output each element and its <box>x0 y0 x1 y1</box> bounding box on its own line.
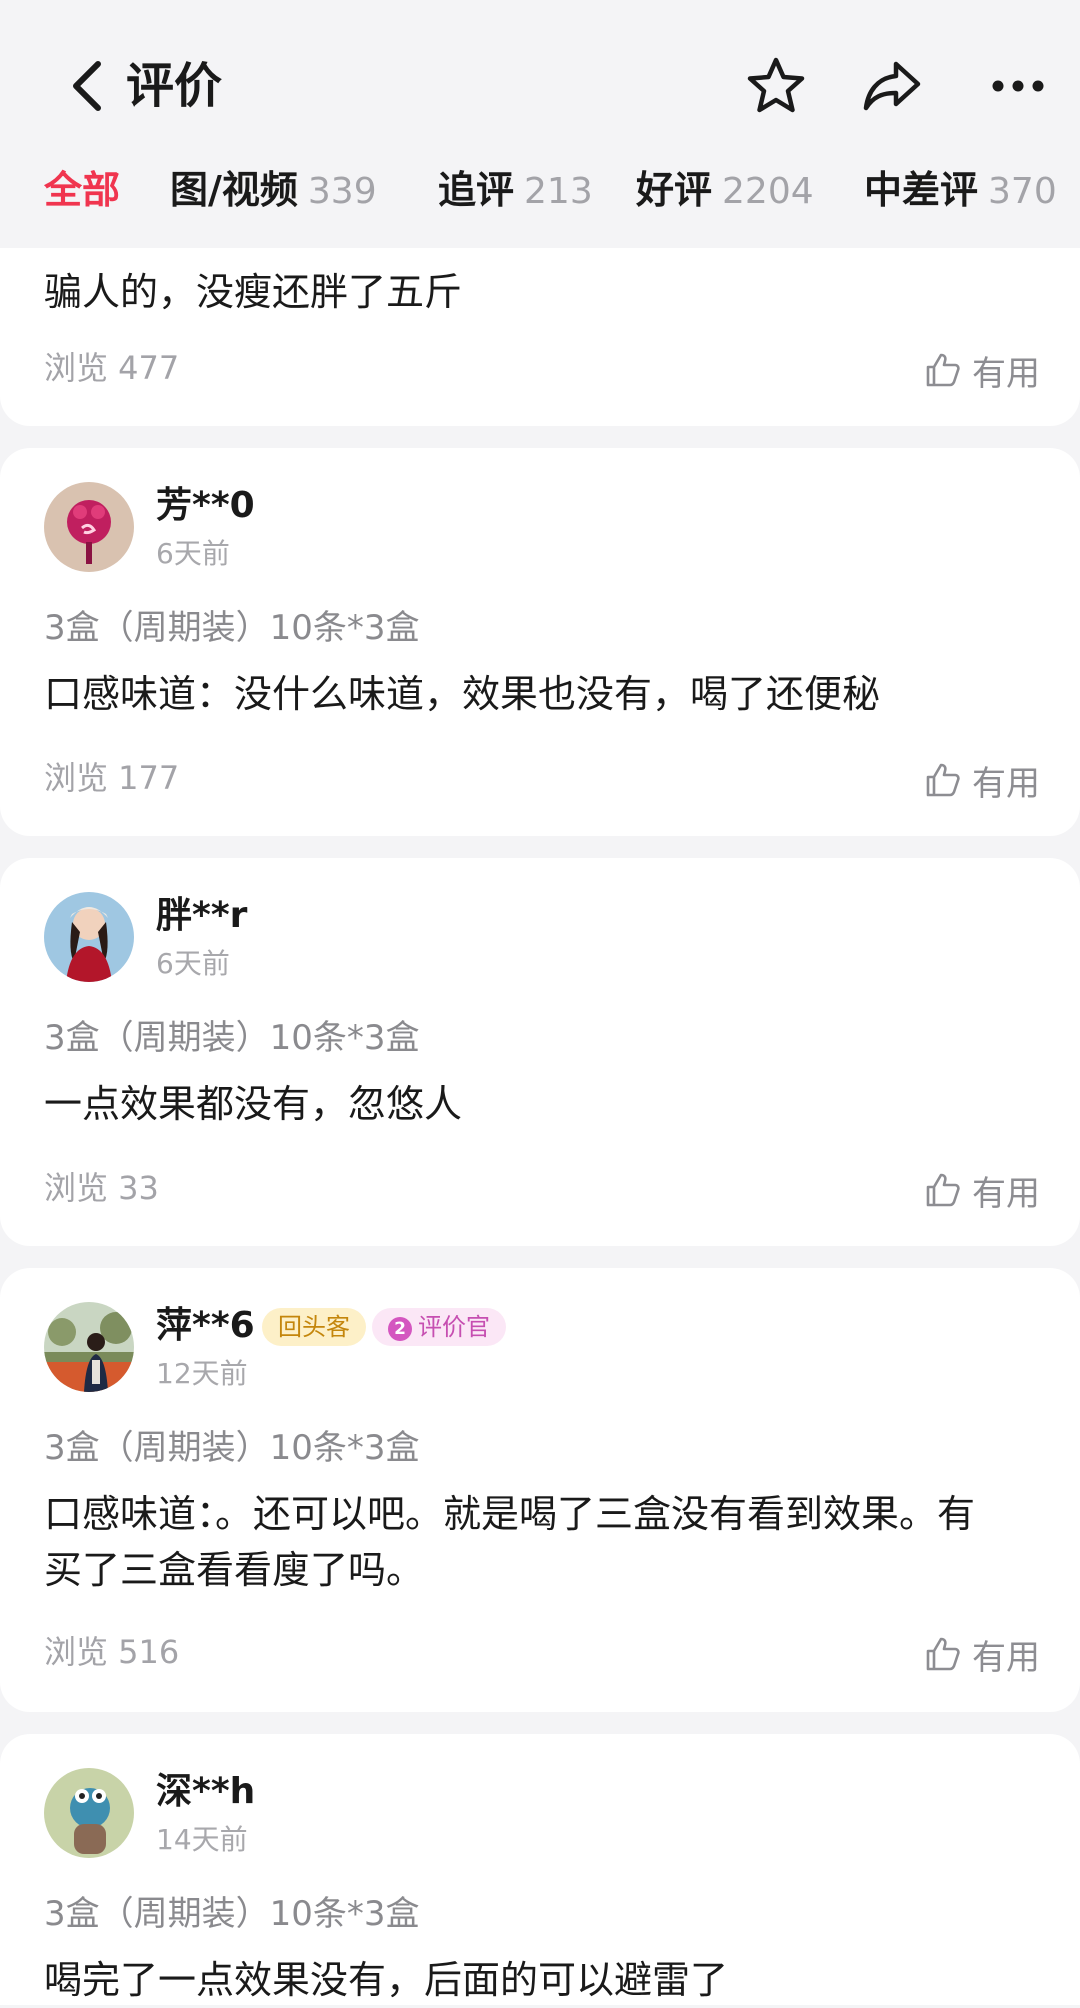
username: 胖**r <box>156 895 248 936</box>
review-card: 萍**6 回头客 2 评价官 12天前 3盒（周期装）10条*3盒 口感味道：。还… <box>0 1268 1080 1712</box>
username: 萍**6 <box>156 1305 255 1346</box>
tab-positive[interactable]: 好评 2204 <box>636 160 814 220</box>
more-button[interactable] <box>984 52 1052 120</box>
thumbs-up-icon <box>926 1637 960 1671</box>
tab-label: 全部 <box>44 168 121 212</box>
product-sku: 3盒（周期装）10条*3盒 <box>44 1018 420 1058</box>
back-icon <box>73 61 101 111</box>
page-title: 评价 <box>126 58 223 114</box>
useful-label: 有用 <box>972 353 1040 394</box>
tab-label: 追评 <box>438 168 515 212</box>
review-time: 14天前 <box>156 1823 248 1856</box>
reviewer-badge: 2 评价官 <box>372 1308 506 1346</box>
useful-button[interactable]: 有用 <box>924 1630 1040 1678</box>
returning-customer-badge: 回头客 <box>262 1308 366 1346</box>
username: 芳**0 <box>156 485 255 526</box>
useful-label: 有用 <box>972 1637 1040 1678</box>
star-icon <box>747 57 805 113</box>
avatar[interactable] <box>44 892 134 982</box>
tab-all[interactable]: 全部 <box>44 160 120 220</box>
useful-label: 有用 <box>972 763 1040 804</box>
review-content: 骗人的，没瘦还胖了五斤 <box>44 270 463 314</box>
view-count: 浏览 177 <box>44 759 180 797</box>
reviewer-label: 评价官 <box>418 1313 490 1341</box>
view-count: 浏览 516 <box>44 1633 180 1671</box>
review-card: 骗人的，没瘦还胖了五斤 浏览 477 有用 <box>0 248 1080 426</box>
review-content: 一点效果都没有，忽悠人 <box>44 1082 463 1126</box>
thumbs-up-icon <box>926 763 960 797</box>
review-content: 口感味道：没什么味道，效果也没有，喝了还便秘 <box>44 672 881 716</box>
thumbs-up-icon <box>926 1173 960 1207</box>
review-filter-tabs: 全部 图/视频 339 追评 213 好评 2204 中差评 370 <box>0 160 1080 220</box>
tab-count: 339 <box>307 171 377 212</box>
useful-button[interactable]: 有用 <box>924 756 1040 804</box>
view-count: 浏览 477 <box>44 349 180 387</box>
share-icon <box>863 61 921 111</box>
review-content-line: 口感味道：。还可以吧。就是喝了三盒没有看到效果。有 <box>44 1492 976 1536</box>
tab-label: 图/视频 <box>170 168 298 212</box>
avatar[interactable] <box>44 1302 134 1392</box>
review-content-line: 买了三盒看看廋了吗。 <box>44 1548 425 1592</box>
review-time: 12天前 <box>156 1357 248 1390</box>
share-button[interactable] <box>858 52 926 120</box>
review-card: 胖**r 6天前 3盒（周期装）10条*3盒 一点效果都没有，忽悠人 浏览 33… <box>0 858 1080 1246</box>
useful-button[interactable]: 有用 <box>924 1166 1040 1214</box>
view-count: 浏览 33 <box>44 1169 159 1207</box>
tab-neutral-negative[interactable]: 中差评 370 <box>864 160 1057 220</box>
product-sku: 3盒（周期装）10条*3盒 <box>44 1428 420 1468</box>
useful-label: 有用 <box>972 1173 1040 1214</box>
tab-label: 中差评 <box>864 168 979 212</box>
avatar[interactable] <box>44 1768 134 1858</box>
useful-button[interactable]: 有用 <box>924 346 1040 394</box>
review-content: 喝完了一点效果没有，后面的可以避雷了 <box>44 1958 729 2002</box>
product-sku: 3盒（周期装）10条*3盒 <box>44 608 420 648</box>
favorite-button[interactable] <box>742 52 810 120</box>
more-icon <box>992 80 1044 92</box>
back-button[interactable] <box>62 54 118 118</box>
review-card: 深**h 14天前 3盒（周期装）10条*3盒 喝完了一点效果没有，后面的可以避… <box>0 1734 1080 2005</box>
tab-count: 2204 <box>722 171 814 212</box>
avatar[interactable] <box>44 482 134 572</box>
review-time: 6天前 <box>156 537 230 570</box>
product-sku: 3盒（周期装）10条*3盒 <box>44 1894 420 1934</box>
tab-photo-video[interactable]: 图/视频 339 <box>170 160 377 220</box>
review-content: 口感味道：。还可以吧。就是喝了三盒没有看到效果。有 买了三盒看看廋了吗。 <box>44 1486 1034 1598</box>
review-time: 6天前 <box>156 947 230 980</box>
review-card: 芳**0 6天前 3盒（周期装）10条*3盒 口感味道：没什么味道，效果也没有，… <box>0 448 1080 836</box>
top-bar: 评价 全部 图/视频 339 追评 213 好评 2204 中差评 370 <box>0 0 1080 240</box>
username: 深**h <box>156 1771 256 1812</box>
reviewer-level: 2 <box>388 1317 412 1341</box>
tab-count: 213 <box>524 171 593 212</box>
tab-follow-up[interactable]: 追评 213 <box>438 160 593 220</box>
tab-label: 好评 <box>636 168 713 212</box>
thumbs-up-icon <box>926 353 960 387</box>
tab-count: 370 <box>988 171 1057 212</box>
